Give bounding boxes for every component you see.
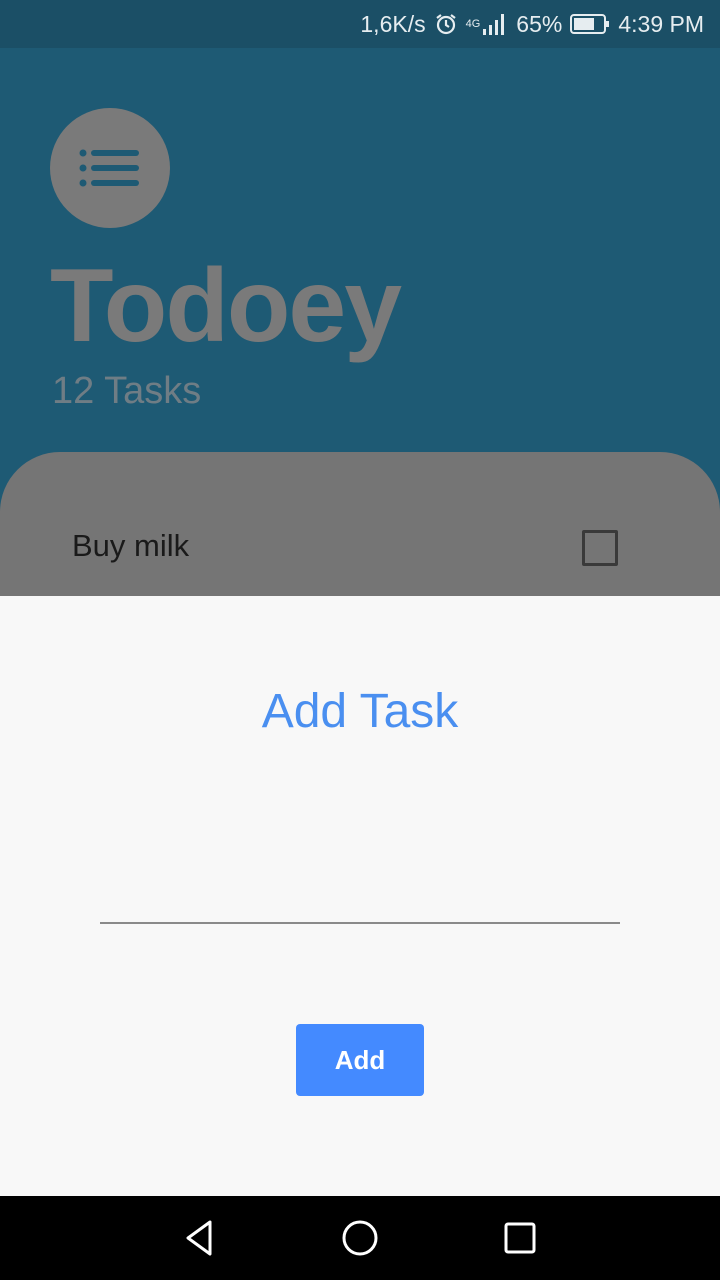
add-task-sheet: Add Task Add [0,596,720,1196]
network-speed: 1,6K/s [360,10,426,37]
app-header: Todoey 12 Tasks [0,48,720,452]
task-list-panel: Buy milk [0,452,720,612]
list-icon [79,149,139,187]
navigation-bar [0,1196,720,1280]
battery-icon [570,13,610,35]
task-count: 12 Tasks [52,370,202,412]
add-button[interactable]: Add [296,1024,424,1096]
task-checkbox[interactable] [582,530,618,566]
back-icon[interactable] [180,1218,220,1258]
battery-percent: 65% [516,10,563,37]
menu-button[interactable] [50,108,170,228]
signal-label: 4G [465,18,481,30]
list-item[interactable]: Buy milk [72,524,652,572]
new-task-input[interactable] [100,864,620,924]
status-bar: 1,6K/s 4G 65% 4:39 PM [0,0,720,48]
home-icon[interactable] [340,1218,380,1258]
sheet-title: Add Task [261,685,459,738]
task-label: Buy milk [72,528,190,563]
alarm-icon [434,12,458,36]
app-title: Todoey [50,248,402,364]
recents-icon[interactable] [500,1218,540,1258]
clock: 4:39 PM [618,10,704,37]
signal-icon: 4G [466,13,509,35]
